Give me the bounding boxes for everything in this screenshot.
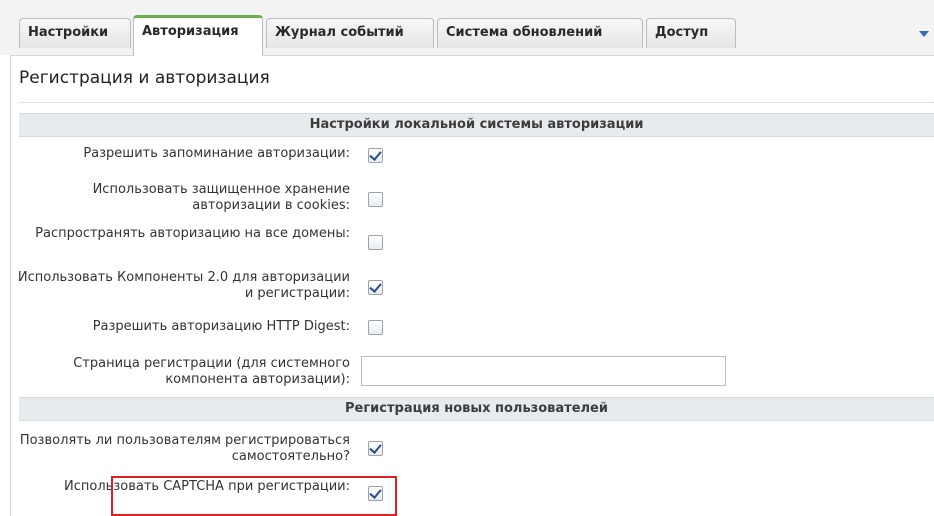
tab-label: Журнал событий (275, 25, 404, 40)
page-title: Регистрация и авторизация (19, 68, 270, 88)
self-register-checkbox[interactable] (368, 441, 383, 456)
self-register-label: Позволять ли пользователям регистрироват… (19, 433, 350, 464)
components-2-label: Использовать Компоненты 2.0 для авториза… (17, 270, 350, 301)
section-header-local-auth: Настройки локальной системы авторизации (19, 113, 934, 137)
remember-auth-label: Разрешить запоминание авторизации: (83, 146, 350, 161)
secure-cookies-label: Использовать защищенное хранение авториз… (92, 182, 350, 213)
tab-label: Настройки (28, 25, 109, 40)
highlight-box (111, 476, 397, 516)
tab-label: Авторизация (142, 24, 239, 39)
tab-update-system[interactable]: Система обновлений (437, 18, 643, 48)
title-divider (19, 102, 934, 103)
tab-access[interactable]: Доступ (646, 18, 736, 48)
components-2-checkbox[interactable] (368, 280, 383, 295)
all-domains-label: Распространять авторизацию на все домены… (35, 226, 350, 241)
tab-label: Доступ (655, 25, 709, 40)
all-domains-checkbox[interactable] (368, 235, 383, 250)
tab-bar: Настройки Авторизация Журнал событий Сис… (0, 0, 934, 56)
tab-label: Система обновлений (446, 25, 603, 40)
remember-auth-checkbox[interactable] (368, 148, 383, 163)
tab-event-log[interactable]: Журнал событий (266, 18, 434, 48)
secure-cookies-checkbox[interactable] (368, 192, 383, 207)
register-page-label: Страница регистрации (для системного ком… (73, 356, 350, 387)
register-page-input[interactable] (361, 356, 726, 386)
tab-settings[interactable]: Настройки (19, 18, 131, 48)
tab-authorization[interactable]: Авторизация (133, 15, 263, 56)
http-digest-checkbox[interactable] (368, 320, 383, 335)
http-digest-label: Разрешить авторизацию HTTP Digest: (92, 319, 350, 334)
tabs-menu-arrow-icon[interactable] (919, 31, 929, 37)
section-header-new-users: Регистрация новых пользователей (19, 397, 934, 421)
